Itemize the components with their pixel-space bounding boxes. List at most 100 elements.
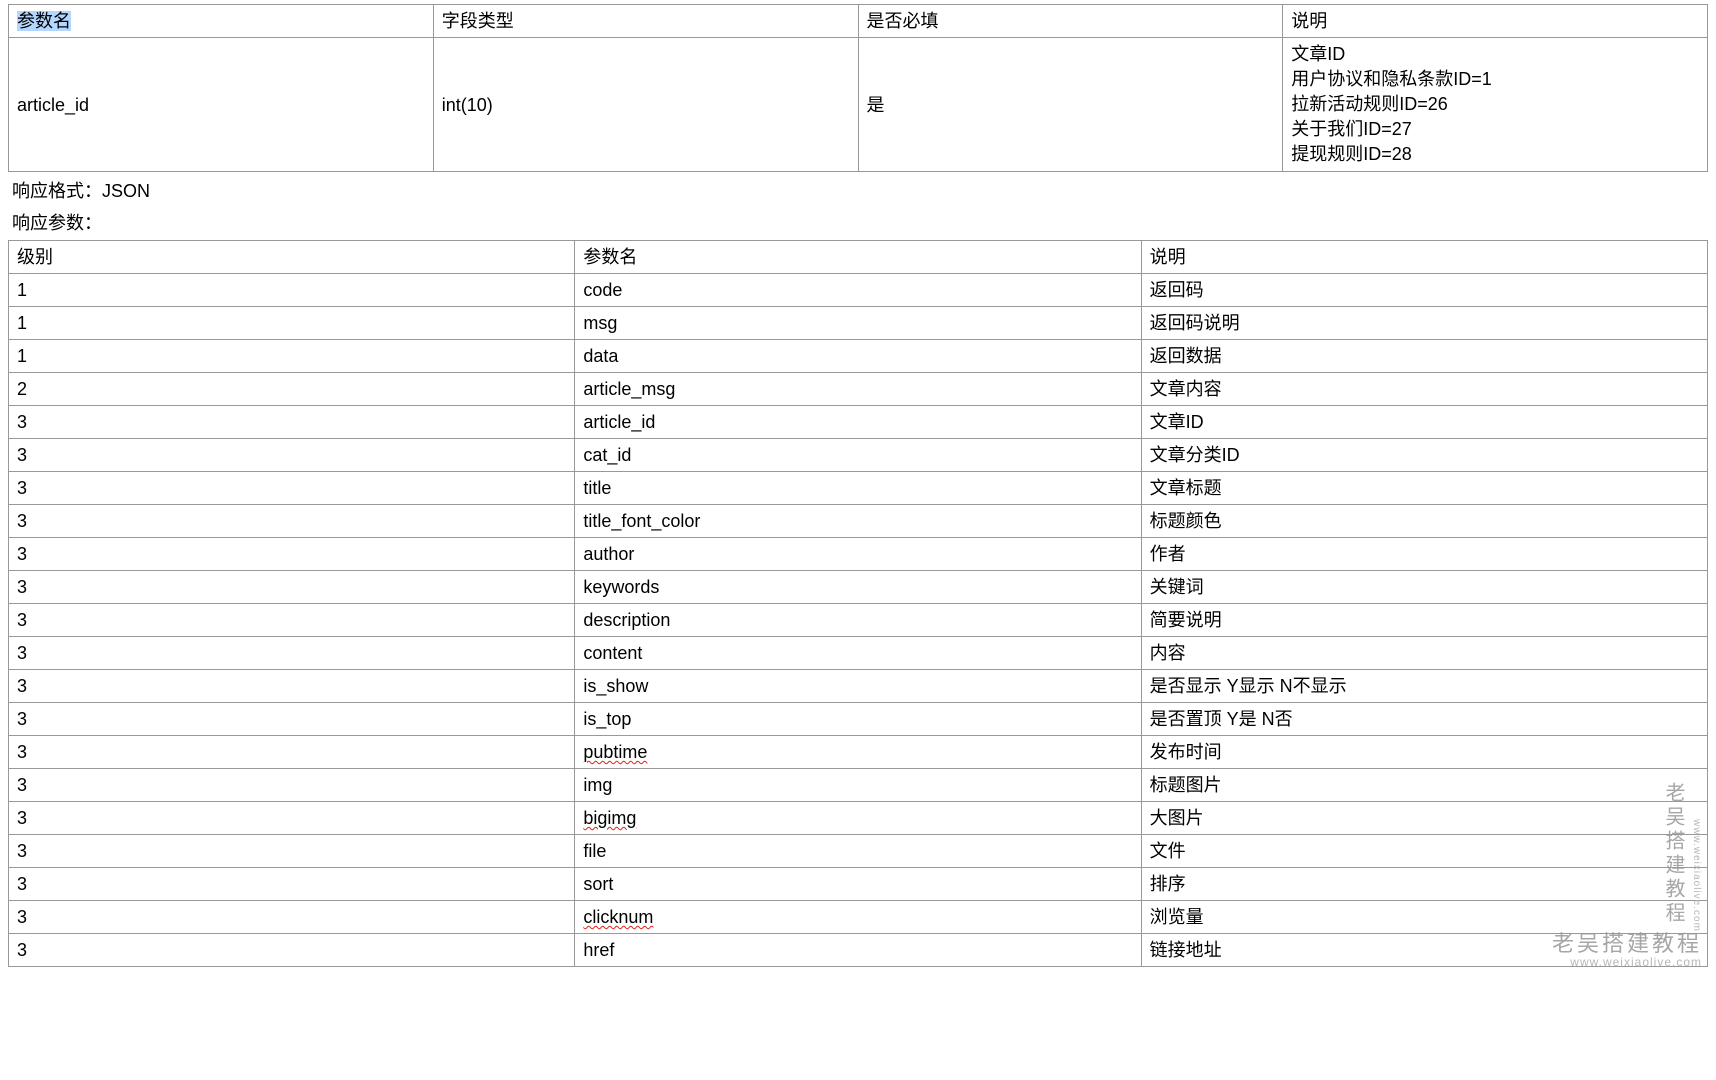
col-header-required: 是否必填 [858,5,1283,38]
cell-level: 3 [9,703,575,736]
cell-desc: 标题颜色 [1141,505,1707,538]
cell-level: 3 [9,934,575,967]
cell-name: author [575,538,1141,571]
cell-desc: 是否置顶 Y是 N否 [1141,703,1707,736]
cell-name: cat_id [575,439,1141,472]
cell-name: code [575,274,1141,307]
cell-desc: 链接地址 [1141,934,1707,967]
col-header-level: 级别 [9,241,575,274]
table-row: 3description简要说明 [9,604,1708,637]
cell-level: 3 [9,538,575,571]
cell-name: is_top [575,703,1141,736]
cell-desc: 文件 [1141,835,1707,868]
cell-desc: 关键词 [1141,571,1707,604]
cell-name: content [575,637,1141,670]
table-row: 3author作者 [9,538,1708,571]
table-header-row: 参数名 字段类型 是否必填 说明 [9,5,1708,38]
table-row: 3clicknum浏览量 [9,901,1708,934]
table-row: 3is_top是否置顶 Y是 N否 [9,703,1708,736]
cell-desc: 文章ID [1141,406,1707,439]
cell-name: clicknum [575,901,1141,934]
cell-level: 3 [9,406,575,439]
cell-name: keywords [575,571,1141,604]
cell-name: img [575,769,1141,802]
cell-level: 1 [9,274,575,307]
cell-level: 3 [9,802,575,835]
table-header-row: 级别 参数名 说明 [9,241,1708,274]
cell-desc: 内容 [1141,637,1707,670]
cell-level: 3 [9,736,575,769]
cell-level: 3 [9,835,575,868]
cell-desc: 返回码说明 [1141,307,1707,340]
cell-level: 3 [9,769,575,802]
table-row: 3bigimg大图片 [9,802,1708,835]
cell-name: description [575,604,1141,637]
cell-name: msg [575,307,1141,340]
cell-name: data [575,340,1141,373]
table-row: 1code返回码 [9,274,1708,307]
table-row: 1data返回数据 [9,340,1708,373]
col-header-desc: 说明 [1141,241,1707,274]
cell-name: bigimg [575,802,1141,835]
cell-desc: 排序 [1141,868,1707,901]
col-header-name: 参数名 [575,241,1141,274]
table-row: 3content内容 [9,637,1708,670]
cell-desc: 简要说明 [1141,604,1707,637]
cell-name: file [575,835,1141,868]
cell-desc: 文章内容 [1141,373,1707,406]
cell-level: 3 [9,670,575,703]
table-row: 3file文件 [9,835,1708,868]
response-params-table: 级别 参数名 说明 1code返回码1msg返回码说明1data返回数据2art… [8,240,1708,967]
response-format-line: 响应格式：JSON [12,178,1704,204]
cell-name: article_msg [575,373,1141,406]
cell-level: 3 [9,439,575,472]
table-row: 3cat_id文章分类ID [9,439,1708,472]
cell-desc: 发布时间 [1141,736,1707,769]
cell-name: title_font_color [575,505,1141,538]
table-row: 3is_show是否显示 Y显示 N不显示 [9,670,1708,703]
table-row: 3href链接地址 [9,934,1708,967]
cell-desc: 是否显示 Y显示 N不显示 [1141,670,1707,703]
table-row: 3keywords关键词 [9,571,1708,604]
table-row: 3article_id文章ID [9,406,1708,439]
col-header-name: 参数名 [9,5,434,38]
table-row: 2article_msg文章内容 [9,373,1708,406]
cell-desc: 大图片 [1141,802,1707,835]
response-format-label: 响应格式： [12,181,102,201]
cell-desc: 返回码 [1141,274,1707,307]
cell-level: 2 [9,373,575,406]
request-params-table: 参数名 字段类型 是否必填 说明 article_id int(10) 是 文章… [8,4,1708,172]
cell-name: article_id [575,406,1141,439]
table-row: 3title_font_color标题颜色 [9,505,1708,538]
table-row: 3title文章标题 [9,472,1708,505]
table-row: 3img标题图片 [9,769,1708,802]
cell-param-name: article_id [9,38,434,172]
cell-param-desc: 文章ID用户协议和隐私条款ID=1拉新活动规则ID=26关于我们ID=27提现规… [1283,38,1708,172]
cell-level: 3 [9,505,575,538]
cell-name: sort [575,868,1141,901]
cell-level: 3 [9,901,575,934]
cell-desc: 作者 [1141,538,1707,571]
cell-level: 3 [9,868,575,901]
cell-param-type: int(10) [433,38,858,172]
table-row: article_id int(10) 是 文章ID用户协议和隐私条款ID=1拉新… [9,38,1708,172]
cell-level: 3 [9,604,575,637]
col-header-desc: 说明 [1283,5,1708,38]
response-format-value: JSON [102,181,150,201]
response-params-label: 响应参数： [12,210,1704,236]
cell-desc: 返回数据 [1141,340,1707,373]
cell-name: is_show [575,670,1141,703]
cell-desc: 标题图片 [1141,769,1707,802]
table-row: 3sort排序 [9,868,1708,901]
cell-level: 1 [9,307,575,340]
table-row: 1msg返回码说明 [9,307,1708,340]
cell-name: href [575,934,1141,967]
cell-level: 3 [9,571,575,604]
col-header-type: 字段类型 [433,5,858,38]
cell-level: 3 [9,472,575,505]
cell-param-required: 是 [858,38,1283,172]
table-row: 3pubtime发布时间 [9,736,1708,769]
cell-desc: 浏览量 [1141,901,1707,934]
cell-name: title [575,472,1141,505]
cell-desc: 文章分类ID [1141,439,1707,472]
